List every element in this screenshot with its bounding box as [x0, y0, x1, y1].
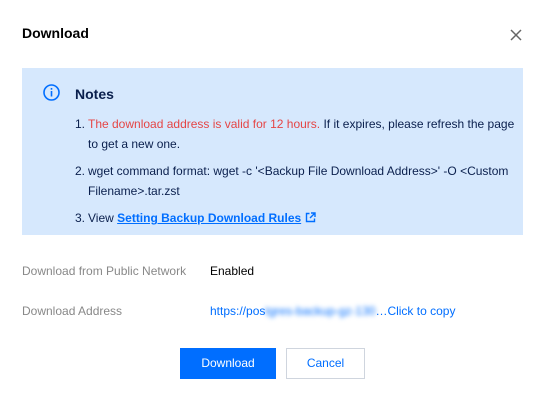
- note-detail: View: [88, 211, 118, 225]
- note-item: 2. wget command format: wget -c '<Backup…: [75, 161, 515, 201]
- download-address-link[interactable]: https://postgres-backup-gz-130…Click to …: [210, 304, 455, 318]
- external-link-icon[interactable]: [305, 212, 316, 223]
- notes-title: Notes: [75, 86, 114, 102]
- download-address-label: Download Address: [22, 304, 123, 318]
- cancel-button[interactable]: Cancel: [286, 348, 365, 379]
- download-dialog: Download Notes 1. The download address i…: [0, 0, 545, 401]
- note-number: 1.: [75, 117, 86, 131]
- note-text: wget command format: wget -c '<Backup Fi…: [88, 164, 509, 198]
- note-number: 2.: [75, 164, 86, 178]
- notes-list: 1. The download address is valid for 12 …: [75, 114, 515, 235]
- note-item: 1. The download address is valid for 12 …: [75, 114, 515, 154]
- backup-download-rules-link[interactable]: Setting Backup Download Rules: [117, 211, 301, 225]
- public-network-label: Download from Public Network: [22, 264, 187, 278]
- close-icon[interactable]: [508, 27, 524, 43]
- note-warning: The download address is valid for 12 hou…: [88, 117, 321, 131]
- download-button[interactable]: Download: [180, 348, 276, 379]
- note-text: View Setting Backup Download Rules: [88, 208, 515, 228]
- click-to-copy[interactable]: …Click to copy: [375, 304, 455, 318]
- note-text: The download address is valid for 12 hou…: [88, 114, 515, 154]
- notes-panel: Notes 1. The download address is valid f…: [22, 68, 523, 235]
- dialog-title: Download: [22, 25, 89, 41]
- address-prefix: https://pos: [210, 304, 266, 318]
- public-network-value: Enabled: [210, 264, 255, 278]
- address-obscured: tgres-backup-gz-130: [265, 304, 376, 318]
- note-item: 3. View Setting Backup Download Rules: [75, 208, 515, 228]
- info-icon: [43, 84, 60, 101]
- note-number: 3.: [75, 211, 86, 225]
